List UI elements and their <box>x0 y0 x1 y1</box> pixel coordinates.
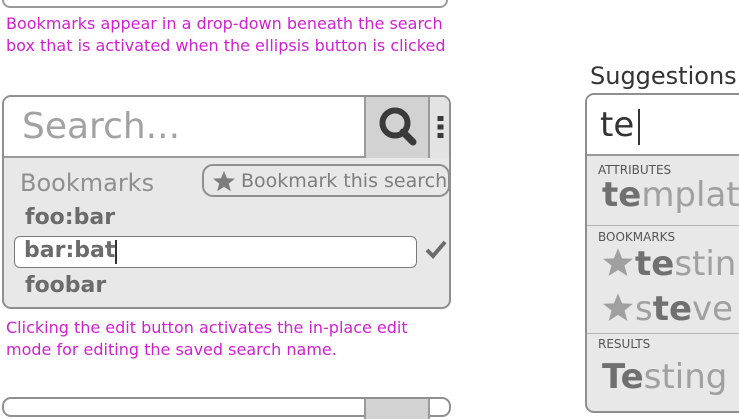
search-button[interactable] <box>364 97 430 158</box>
annotation-line: Bookmarks appear in a drop-down beneath … <box>6 14 443 33</box>
suggestions-query: te <box>600 105 635 145</box>
search-row: Search... <box>4 97 449 158</box>
search-icon <box>379 107 417 146</box>
divider <box>587 333 739 334</box>
star-icon <box>603 248 633 277</box>
match-text: te <box>602 175 642 215</box>
pre-text: s <box>635 289 653 329</box>
match-text: Te <box>602 357 644 397</box>
checkmark-icon[interactable] <box>424 237 448 261</box>
bookmark-this-search-label: Bookmark this search <box>241 169 448 192</box>
star-icon <box>213 170 235 191</box>
annotation-line: box that is activated when the ellipsis … <box>6 36 446 55</box>
section-label-results: RESULTS <box>598 337 651 351</box>
search-input[interactable]: Search... <box>22 106 180 147</box>
bookmark-edit-value: bar:bat <box>24 238 116 263</box>
text-caret <box>638 109 640 145</box>
bookmark-edit-field[interactable]: bar:bat <box>14 236 417 268</box>
annotation-edit-mode: Clicking the edit button activates the i… <box>6 317 408 361</box>
annotation-line: Clicking the edit button activates the i… <box>6 318 408 337</box>
bookmark-this-search-button[interactable]: Bookmark this search <box>202 164 449 197</box>
suggestion-bookmark-item[interactable]: testin <box>601 244 736 284</box>
rest-text: ve <box>692 289 734 329</box>
search-widget-next <box>2 397 451 419</box>
bookmark-item[interactable]: foobar <box>25 273 106 298</box>
search-widget-edit-mode: Search... Bookmarks Bookmark this search… <box>2 95 451 309</box>
search-button[interactable] <box>364 399 430 419</box>
rest-text: stin <box>674 244 737 284</box>
suggestion-attribute-item[interactable]: template <box>602 175 739 215</box>
bookmark-item[interactable]: foo:bar <box>25 205 115 230</box>
bookmarks-header: Bookmarks <box>20 169 155 197</box>
rest-text: sting <box>643 357 728 397</box>
search-box-previous <box>2 0 448 8</box>
annotation-line: mode for editing the saved search name. <box>6 340 337 359</box>
ellipsis-button[interactable] <box>430 97 449 158</box>
match-text: te <box>652 289 693 329</box>
rest-text: mplate <box>641 175 739 215</box>
divider <box>587 225 739 226</box>
suggestions-panel: te ATTRIBUTES template BOOKMARKS testin … <box>585 93 739 413</box>
suggestions-title: Suggestions <box>590 62 737 90</box>
annotation-bookmarks-dropdown: Bookmarks appear in a drop-down beneath … <box>6 13 446 57</box>
suggestion-bookmark-item[interactable]: steve <box>601 289 733 329</box>
suggestions-search-input[interactable]: te <box>587 95 739 156</box>
suggestion-result-item[interactable]: Testing <box>602 357 727 397</box>
section-label-bookmarks: BOOKMARKS <box>598 230 676 244</box>
vertical-ellipsis-icon <box>437 116 444 138</box>
match-text: te <box>635 244 675 284</box>
text-caret <box>115 240 117 264</box>
star-icon <box>603 293 633 322</box>
